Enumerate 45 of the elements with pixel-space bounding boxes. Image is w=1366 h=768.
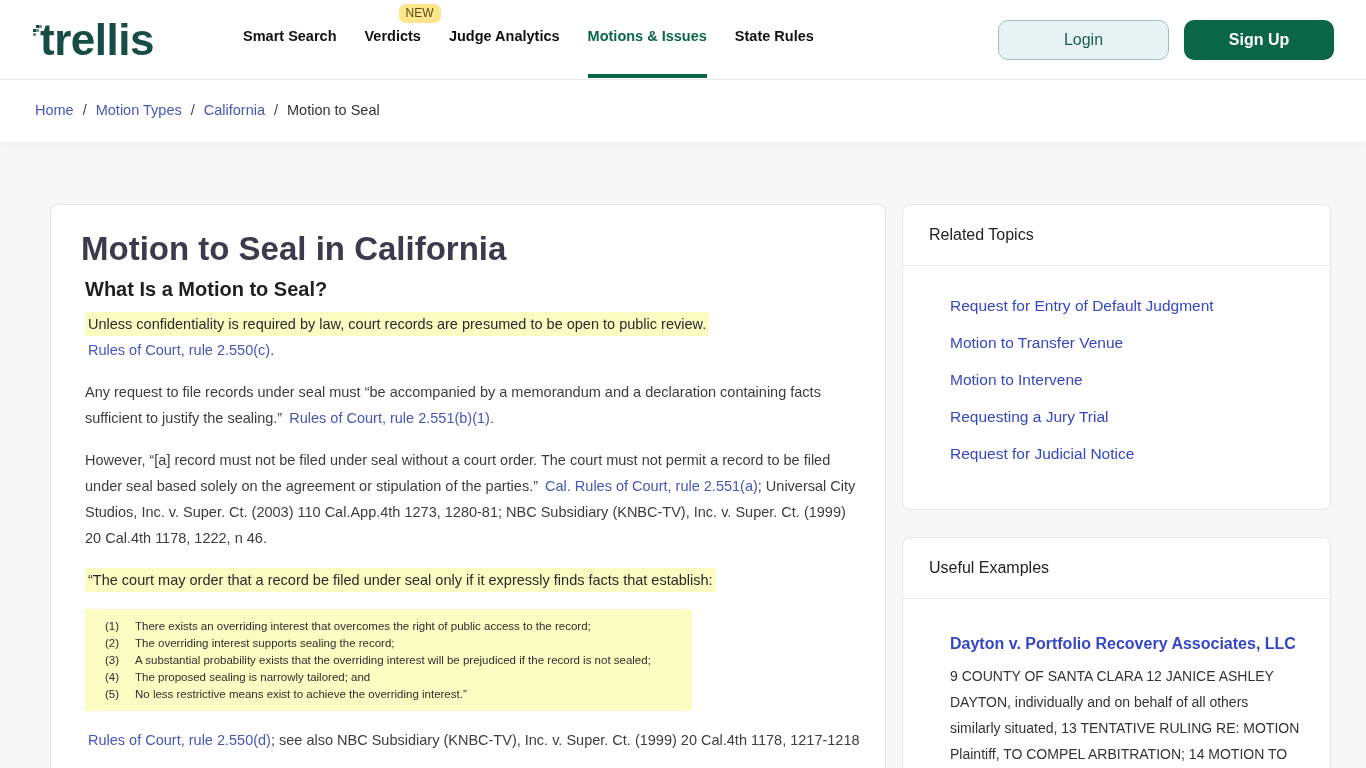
page-title: Motion to Seal in California [81, 229, 508, 269]
citation-link[interactable]: Cal. Rules of Court, rule 2.551(a) [545, 478, 758, 494]
topic-link[interactable]: Motion to Transfer Venue [950, 332, 1124, 354]
topic-link[interactable]: Requesting a Jury Trial [950, 406, 1109, 428]
example-title-link[interactable]: Dayton v. Portfolio Recovery Associates, LLC [950, 632, 1301, 656]
nav-tab[interactable]: Judge Analytics [448, 26, 560, 78]
list-item-text: The proposed sealing is narrowly tailored; and [135, 670, 371, 685]
nav-tab[interactable]: State Rules [734, 26, 814, 78]
breadcrumb-separator: / [190, 101, 195, 121]
paragraph: Rules of Court, rule 2.550(d); see also NBC Subsidiary (KNBC-TV), Inc. v. Super. Ct. (1999) 20 Cal.4th 1178, 1217-1218 [87, 731, 861, 750]
breadcrumb-link[interactable]: Home [35, 100, 74, 122]
section-heading: What Is a Motion to Seal? [85, 277, 329, 302]
topic-link[interactable]: Request for Entry of Default Judgment [950, 295, 1214, 317]
login-button[interactable]: Login [998, 19, 1169, 60]
topic-link[interactable]: Motion to Intervene [950, 369, 1083, 391]
list-number: (3) [105, 653, 121, 668]
list-item-text: There exists an overriding interest that overcomes the right of public access to the record; [135, 619, 591, 634]
list-item-text: The overriding interest supports sealing the record; [135, 636, 395, 651]
list-item-text: A substantial probability exists that the overriding interest will be prejudiced if the record is not sealed; [135, 653, 651, 668]
example-excerpt: 9 COUNTY OF SANTA CLARA 12 JANICE ASHLEY DAYTON, individually and on behalf of all others similarly situated, 13 TENTATIVE RULING RE: MOTION Plaintiff, TO COMPEL ARBITRATION; 14 MOTION TO [950, 667, 1301, 764]
paragraph: Unless confidentiality is required by law, court records are presumed to be open to public review. Rules of Court, rule 2.550(c). [85, 311, 865, 363]
paragraph: Any request to file records under seal must “be accompanied by a memorandum and a declaration containing facts sufficient to justify the sealing.” Rules of Court, rule 2.551(b)(1). [85, 383, 822, 428]
list-item-text: No less restrictive means exist to achieve the overriding interest.” [135, 687, 467, 702]
card-title: Related Topics [929, 225, 1034, 245]
paragraph: However, “[a] record must not be filed under seal without a court order. The court must not permit a record to be filed under seal based solely on the agreement or stipulation of the parties.” Cal. Rules of Court, rule 2.551(a); Universal City Studios, Inc. v. Super. Ct. (2003) 110 Cal.App.4th 1273, 1280-81; NBC Subsidiary (KNBC-TV), Inc. v. Super. Ct. (1999) 20 Cal.4th 1178, 1222, n 46. [85, 451, 857, 548]
logo-mark-icon [33, 25, 42, 36]
breadcrumb-separator: / [274, 101, 278, 121]
sign-up-button[interactable]: Sign Up [1184, 19, 1334, 60]
citation-link[interactable]: Rules of Court, rule 2.550(d) [88, 732, 271, 748]
nav-tab[interactable]: Verdicts [364, 26, 421, 78]
breadcrumb-link[interactable]: California [203, 100, 265, 122]
list-number: (4) [105, 670, 121, 685]
citation-link[interactable]: Rules of Court, rule 2.550(c) [88, 342, 271, 358]
card-title: Useful Examples [929, 558, 1050, 578]
breadcrumb-separator: / [82, 101, 87, 121]
list-number: (1) [105, 619, 121, 634]
citation-link[interactable]: Rules of Court, rule 2.551(b)(1) [289, 410, 490, 426]
breadcrumb-link[interactable]: Motion Types [95, 100, 182, 122]
topic-link[interactable]: Request for Judicial Notice [950, 443, 1135, 465]
list-number: (5) [105, 687, 121, 702]
breadcrumb-current: Motion to Seal [287, 101, 380, 121]
nav-tab[interactable]: Smart Search [243, 26, 337, 78]
logo[interactable]: trellis [40, 17, 154, 62]
list-number: (2) [105, 636, 121, 651]
new-badge: NEW [398, 4, 441, 23]
